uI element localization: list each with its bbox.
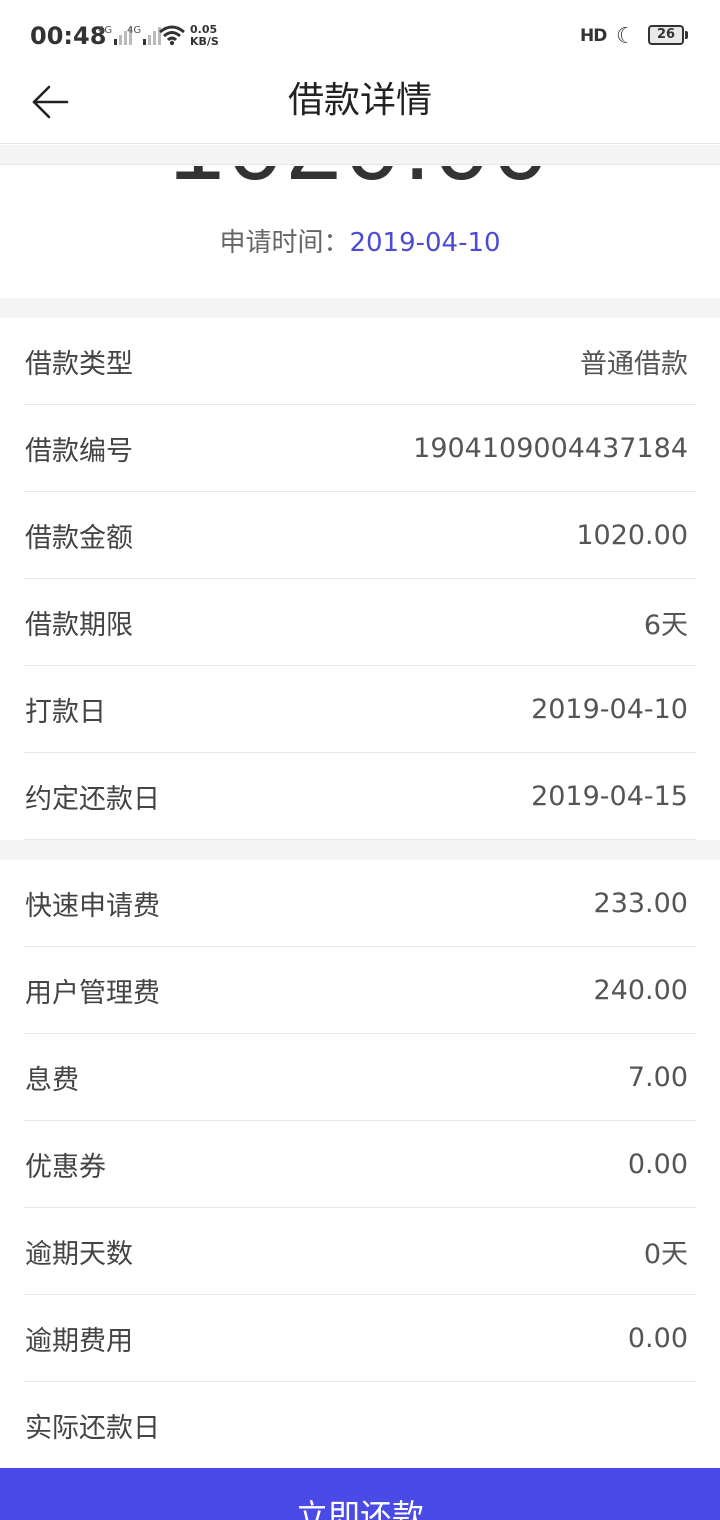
moon-icon: ☾ bbox=[616, 24, 636, 49]
row-label: 优惠券 bbox=[25, 1151, 106, 1183]
info-row-loan-type: 借款类型 普通借款 bbox=[24, 318, 696, 405]
fee-row-overdue-days: 逾期天数 0天 bbox=[24, 1208, 696, 1295]
fee-row-coupon: 优惠券 0.00 bbox=[24, 1121, 696, 1208]
loan-amount-large: 1020.00 bbox=[0, 166, 720, 203]
fee-row-overdue-fee: 逾期费用 0.00 bbox=[24, 1295, 696, 1382]
row-value: 2019-04-10 bbox=[531, 693, 688, 725]
row-value: 6天 bbox=[643, 609, 688, 641]
info-row-due-date: 约定还款日 2019-04-15 bbox=[24, 753, 696, 840]
apply-time-label: 申请时间： bbox=[219, 228, 350, 258]
apply-time-value: 2019-04-10 bbox=[349, 228, 501, 258]
network-type-2: 4G bbox=[127, 25, 142, 36]
row-value: 0.00 bbox=[627, 1148, 688, 1180]
row-label: 逾期天数 bbox=[25, 1238, 133, 1270]
info-row-loan-number: 借款编号 1904109004437184 bbox=[24, 405, 696, 492]
info-row-payout-date: 打款日 2019-04-10 bbox=[24, 666, 696, 753]
speed-unit: KB/S bbox=[190, 35, 219, 48]
apply-time: 申请时间：2019-04-10 bbox=[0, 222, 720, 259]
fee-info-section: 快速申请费 233.00 用户管理费 240.00 息费 7.00 优惠券 0.… bbox=[0, 860, 720, 1469]
row-value: 240.00 bbox=[593, 974, 688, 1006]
row-label: 实际还款日 bbox=[25, 1413, 160, 1444]
battery-icon: 26 bbox=[648, 25, 684, 45]
section-gap bbox=[0, 840, 720, 860]
battery-tip bbox=[685, 31, 688, 39]
row-label: 逾期费用 bbox=[25, 1325, 133, 1357]
fee-row-interest: 息费 7.00 bbox=[24, 1034, 696, 1121]
status-time: 00:48 bbox=[30, 22, 107, 50]
fee-row-actual-repay-date: 实际还款日 bbox=[24, 1382, 696, 1469]
status-bar: 00:48 4G 4G 0.05 KB/S HD ☾ 26 bbox=[0, 0, 720, 70]
row-label: 用户管理费 bbox=[25, 977, 160, 1009]
loan-summary: 1020.00 申请时间：2019-04-10 bbox=[0, 166, 720, 298]
row-label: 借款编号 bbox=[25, 435, 133, 467]
row-label: 借款金额 bbox=[25, 522, 133, 554]
network-type-1: 4G bbox=[98, 25, 113, 36]
row-value: 2019-04-15 bbox=[531, 780, 688, 812]
top-navigation-bar: 借款详情 bbox=[0, 70, 720, 144]
fee-row-quick-apply: 快速申请费 233.00 bbox=[24, 860, 696, 947]
row-value: 0天 bbox=[643, 1238, 688, 1270]
row-value: 普通借款 bbox=[580, 348, 688, 380]
fee-row-management: 用户管理费 240.00 bbox=[24, 947, 696, 1034]
page-title: 借款详情 bbox=[287, 80, 432, 121]
info-row-loan-amount: 借款金额 1020.00 bbox=[24, 492, 696, 579]
wifi-icon bbox=[159, 25, 185, 46]
row-value: 7.00 bbox=[627, 1061, 688, 1093]
info-row-loan-term: 借款期限 6天 bbox=[24, 579, 696, 666]
row-value: 233.00 bbox=[593, 887, 688, 919]
row-label: 借款类型 bbox=[25, 348, 133, 380]
row-label: 快速申请费 bbox=[25, 890, 160, 922]
header-divider bbox=[0, 145, 720, 165]
row-label: 约定还款日 bbox=[25, 783, 160, 815]
row-label: 打款日 bbox=[25, 696, 106, 728]
section-gap bbox=[0, 298, 720, 318]
row-value: 1020.00 bbox=[576, 519, 688, 551]
hd-voice-icon: HD bbox=[580, 26, 607, 46]
repay-now-button[interactable]: 立即还款 bbox=[0, 1468, 720, 1520]
battery-level: 26 bbox=[656, 27, 676, 42]
row-label: 借款期限 bbox=[25, 609, 133, 641]
network-speed: 0.05 KB/S bbox=[190, 24, 219, 48]
loan-info-section: 借款类型 普通借款 借款编号 1904109004437184 借款金额 102… bbox=[0, 318, 720, 840]
row-label: 息费 bbox=[25, 1064, 79, 1096]
row-value: 0.00 bbox=[627, 1322, 688, 1354]
row-value: 1904109004437184 bbox=[413, 432, 688, 464]
